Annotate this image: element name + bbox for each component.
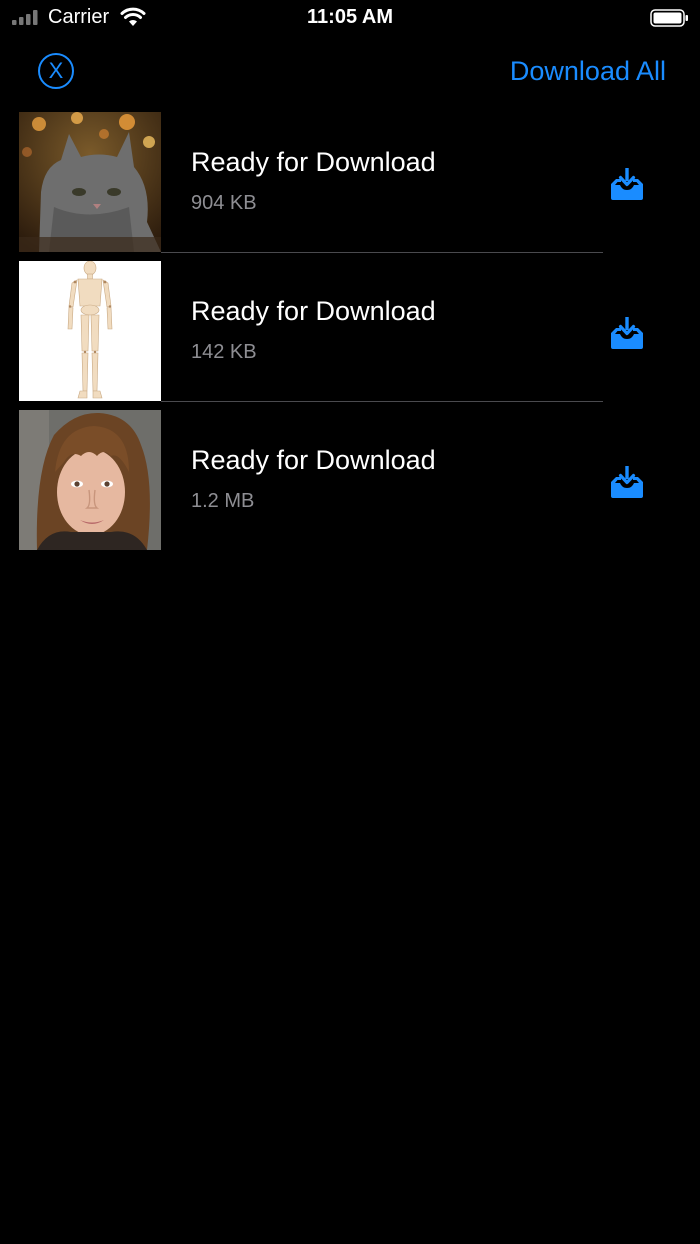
row-separator [161, 252, 603, 253]
list-item[interactable]: Ready for Download 142 KB [0, 260, 700, 409]
row-separator [161, 401, 603, 402]
download-list: Ready for Download 904 KB Ready for Down… [0, 111, 700, 558]
list-item[interactable]: Ready for Download 904 KB [0, 111, 700, 260]
list-item[interactable]: Ready for Download 1.2 MB [0, 409, 700, 558]
item-size: 904 KB [191, 192, 257, 214]
battery-icon [650, 9, 688, 27]
download-all-button[interactable]: Download All [510, 56, 666, 87]
download-icon[interactable] [609, 167, 645, 201]
clock: 11:05 AM [307, 6, 393, 28]
download-icon[interactable] [609, 465, 645, 499]
download-icon[interactable] [609, 316, 645, 350]
portrait-thumbnail [19, 410, 161, 550]
item-title: Ready for Download [191, 445, 436, 475]
close-icon: X [48, 58, 64, 83]
item-title: Ready for Download [191, 296, 436, 326]
status-bar: Carrier 11:05 AM [0, 0, 700, 36]
download-screen: Carrier 11:05 AM X Download All Ready fo… [0, 0, 700, 1244]
item-size: 142 KB [191, 341, 257, 363]
mannequin-thumbnail [19, 261, 161, 401]
cat-thumbnail [19, 112, 161, 252]
item-size: 1.2 MB [191, 490, 255, 512]
close-button[interactable]: X [38, 53, 74, 89]
item-title: Ready for Download [191, 147, 436, 177]
